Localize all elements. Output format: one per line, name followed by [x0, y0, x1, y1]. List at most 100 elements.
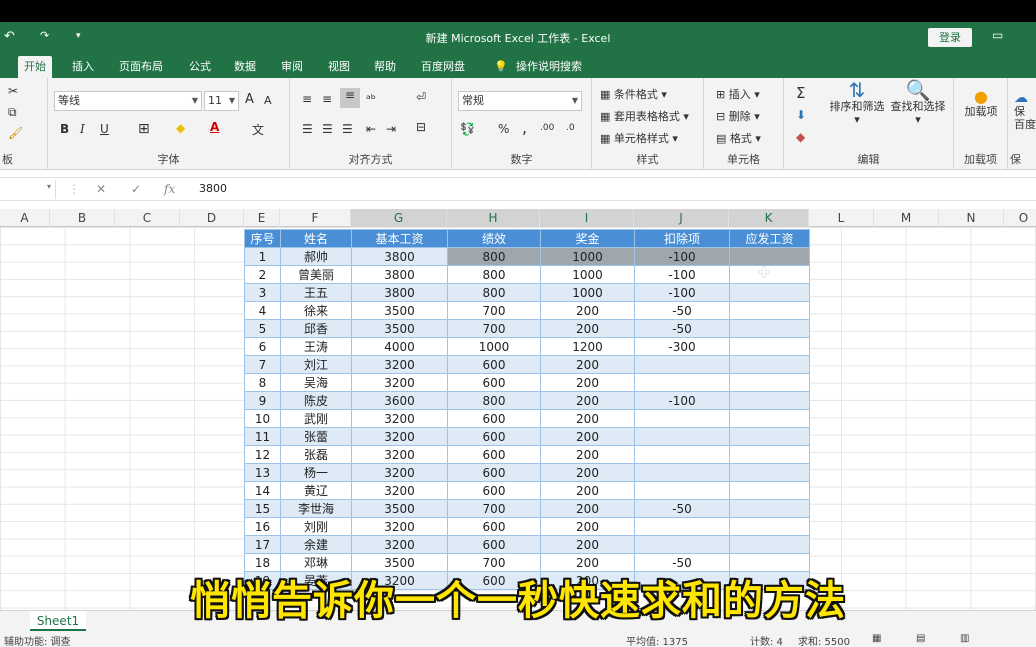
formula-input[interactable]: 3800 — [199, 182, 227, 195]
table-cell[interactable]: 1000 — [540, 247, 635, 266]
italic-button[interactable]: I — [80, 122, 85, 136]
normal-view-icon[interactable]: ▦ — [872, 633, 881, 644]
table-cell[interactable]: 黄辽 — [280, 481, 352, 500]
table-cell[interactable] — [729, 445, 810, 464]
table-cell[interactable]: 13 — [244, 463, 281, 482]
table-cell[interactable] — [634, 463, 730, 482]
align-bottom-icon[interactable]: ≡ — [340, 88, 360, 108]
table-cell[interactable] — [729, 337, 810, 356]
table-cell[interactable] — [634, 409, 730, 428]
table-cell[interactable] — [729, 499, 810, 518]
table-cell[interactable]: 800 — [447, 391, 541, 410]
table-cell[interactable]: 3200 — [351, 445, 448, 464]
format-as-table-button[interactable]: ▦ 套用表格格式 ▾ — [600, 108, 689, 124]
column-header[interactable]: F — [280, 209, 351, 227]
column-header[interactable]: M — [874, 209, 939, 227]
insert-cells-button[interactable]: ⊞ 插入 ▾ — [716, 86, 760, 102]
align-top-icon[interactable]: ≡ — [302, 92, 312, 106]
shrink-font-button[interactable]: A — [264, 94, 272, 107]
column-header-cell[interactable]: 奖金 — [540, 229, 635, 248]
table-cell[interactable]: 17 — [244, 535, 281, 554]
table-cell[interactable]: 王涛 — [280, 337, 352, 356]
table-cell[interactable]: 600 — [447, 409, 541, 428]
table-cell[interactable] — [729, 319, 810, 338]
table-cell[interactable]: 200 — [540, 481, 635, 500]
table-cell[interactable]: 16 — [244, 517, 281, 536]
decrease-decimal-icon[interactable]: .0 — [566, 123, 575, 133]
column-header[interactable]: B — [50, 209, 115, 227]
tab-home[interactable]: 开始 — [18, 56, 52, 78]
table-cell[interactable]: -100 — [634, 391, 730, 410]
table-cell[interactable]: 18 — [244, 553, 281, 572]
table-cell[interactable]: 3500 — [351, 301, 448, 320]
table-cell[interactable] — [729, 301, 810, 320]
table-cell[interactable]: 3200 — [351, 481, 448, 500]
tab-help[interactable]: 帮助 — [368, 56, 402, 78]
tab-view[interactable]: 视图 — [322, 56, 356, 78]
table-cell[interactable]: 邱香 — [280, 319, 352, 338]
table-cell[interactable]: 200 — [540, 301, 635, 320]
table-cell[interactable]: 3800 — [351, 247, 448, 266]
table-cell[interactable]: 200 — [540, 373, 635, 392]
table-cell[interactable]: 3500 — [351, 499, 448, 518]
page-break-view-icon[interactable]: ▥ — [960, 633, 969, 644]
table-cell[interactable]: 刘江 — [280, 355, 352, 374]
table-cell[interactable]: 600 — [447, 463, 541, 482]
table-cell[interactable]: -300 — [634, 337, 730, 356]
phonetic-icon[interactable]: 文 — [252, 121, 264, 138]
table-cell[interactable]: 700 — [447, 319, 541, 338]
cell-styles-button[interactable]: ▦ 单元格样式 ▾ — [600, 130, 678, 146]
page-layout-view-icon[interactable]: ▤ — [916, 633, 925, 644]
table-cell[interactable]: -100 — [634, 247, 730, 266]
table-cell[interactable]: 4 — [244, 301, 281, 320]
table-cell[interactable]: 王五 — [280, 283, 352, 302]
merge-center-icon[interactable]: ⊟ — [416, 120, 426, 134]
copy-icon[interactable]: ⧉ — [8, 105, 17, 120]
table-cell[interactable]: 200 — [540, 427, 635, 446]
table-cell[interactable]: -50 — [634, 553, 730, 572]
table-cell[interactable]: 杨一 — [280, 463, 352, 482]
clear-icon[interactable]: ◆ — [796, 130, 805, 144]
borders-icon[interactable]: ⊞ — [138, 121, 150, 137]
grow-font-button[interactable]: A — [245, 92, 254, 107]
cancel-icon[interactable]: ✕ — [96, 182, 106, 196]
table-cell[interactable]: 1000 — [540, 265, 635, 284]
table-cell[interactable]: 陈皮 — [280, 391, 352, 410]
table-cell[interactable]: 1000 — [540, 283, 635, 302]
table-cell[interactable] — [729, 247, 810, 266]
table-cell[interactable]: 8 — [244, 373, 281, 392]
tab-data[interactable]: 数据 — [228, 56, 262, 78]
table-cell[interactable]: 曾美丽 — [280, 265, 352, 284]
table-cell[interactable]: 3200 — [351, 463, 448, 482]
table-cell[interactable]: 200 — [540, 499, 635, 518]
delete-cells-button[interactable]: ⊟ 删除 ▾ — [716, 108, 760, 124]
table-cell[interactable]: 5 — [244, 319, 281, 338]
table-cell[interactable]: 3800 — [351, 265, 448, 284]
sort-filter-button[interactable]: ⇅ 排序和筛选 ▾ — [828, 80, 886, 126]
tab-formulas[interactable]: 公式 — [183, 56, 217, 78]
table-cell[interactable] — [729, 535, 810, 554]
table-cell[interactable]: 吴海 — [280, 373, 352, 392]
font-name-select[interactable]: 等线 ▼ — [54, 91, 202, 111]
column-header[interactable]: O — [1004, 209, 1036, 227]
table-cell[interactable]: 1200 — [540, 337, 635, 356]
table-cell[interactable]: 3600 — [351, 391, 448, 410]
column-header[interactable]: H — [447, 209, 540, 227]
table-cell[interactable]: 700 — [447, 301, 541, 320]
tab-review[interactable]: 审阅 — [275, 56, 309, 78]
table-cell[interactable] — [729, 373, 810, 392]
table-cell[interactable]: 200 — [540, 463, 635, 482]
column-header-cell[interactable]: 应发工资 — [729, 229, 810, 248]
table-cell[interactable] — [729, 355, 810, 374]
table-cell[interactable]: -50 — [634, 319, 730, 338]
column-header[interactable]: L — [809, 209, 874, 227]
column-header[interactable]: C — [115, 209, 180, 227]
table-cell[interactable]: 600 — [447, 427, 541, 446]
align-middle-icon[interactable]: ≡ — [322, 92, 332, 106]
column-header-cell[interactable]: 绩效 — [447, 229, 541, 248]
format-painter-icon[interactable]: 🖌 — [8, 126, 23, 140]
insert-function-button[interactable]: fx — [164, 182, 175, 196]
table-cell[interactable]: 李世海 — [280, 499, 352, 518]
ribbon-display-icon[interactable]: ▭ — [992, 28, 1003, 42]
table-cell[interactable]: 800 — [447, 247, 541, 266]
